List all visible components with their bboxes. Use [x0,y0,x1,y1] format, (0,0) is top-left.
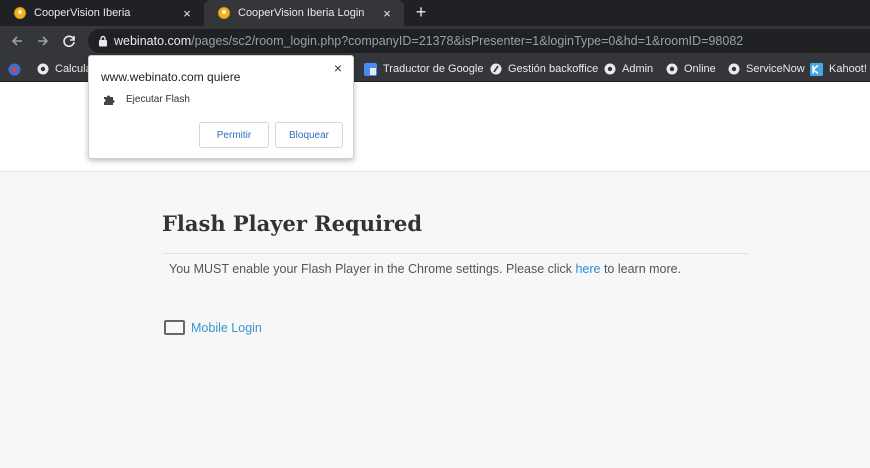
bookmark-label: Admin [622,63,654,75]
reload-button[interactable] [56,28,82,54]
chrome-icon [665,63,678,76]
chrome-icon [36,63,49,76]
browser-toolbar: webinato.com/pages/sc2/room_login.php?co… [0,26,870,56]
coopervision-favicon-icon [14,7,26,19]
chrome-icon [727,63,740,76]
learn-more-link[interactable]: here [575,262,600,276]
coopervision-favicon-icon [218,7,230,19]
google-translate-icon [364,62,377,76]
forward-button[interactable] [30,28,56,54]
tab-coopervision-iberia[interactable]: CooperVision Iberia × [0,0,204,26]
message-text-before: You MUST enable your Flash Player in the… [169,262,576,276]
tab-coopervision-iberia-login[interactable]: CooperVision Iberia Login × [204,0,404,26]
bookmark-label: Gestión backoffice [508,63,599,75]
feather-icon [489,63,502,76]
mobile-login-label: Mobile Login [191,320,262,335]
bookmark-label: Calcula [55,63,92,75]
url-host: webinato.com [114,34,192,48]
popup-close-icon[interactable]: × [331,60,345,76]
bookmark-label: Kahoot! [829,63,867,75]
allow-button[interactable]: Permitir [199,122,269,148]
chrome-icon [603,63,616,76]
kahoot-icon [810,62,823,76]
apps-icon [8,63,21,76]
permission-row: Ejecutar Flash [103,93,190,106]
bookmark-traductor-de-google[interactable]: Traductor de Google [364,56,483,82]
apps-shortcut[interactable] [8,56,27,82]
bookmark-calcula[interactable]: Calcula [36,56,92,82]
bookmark-kahoot[interactable]: Kahoot! [810,56,867,82]
reload-icon [63,35,75,48]
message-text-after: to learn more. [600,262,682,276]
permission-label: Ejecutar Flash [126,94,190,105]
flash-required-message: You MUST enable your Flash Player in the… [169,262,681,276]
tab-title: CooperVision Iberia Login [238,7,365,19]
bookmark-label: ServiceNow [746,63,805,75]
divider [162,253,748,254]
mobile-login-link[interactable]: Mobile Login [164,320,262,335]
bookmark-label: Online [684,63,716,75]
lock-icon[interactable] [96,34,110,48]
back-button[interactable] [4,28,30,54]
address-bar[interactable]: webinato.com/pages/sc2/room_login.php?co… [88,29,870,53]
tab-title: CooperVision Iberia [34,7,131,19]
url-path: /pages/sc2/room_login.php?companyID=2137… [191,34,744,48]
bookmark-online[interactable]: Online [665,56,716,82]
page-content-area [0,172,870,468]
tab-strip: CooperVision Iberia × CooperVision Iberi… [0,0,870,26]
bookmark-label: Traductor de Google [383,63,484,75]
arrow-right-icon [38,36,49,46]
popup-origin-text: www.webinato.com quiere [101,70,241,84]
arrow-left-icon [11,36,22,46]
bookmark-admin[interactable]: Admin [603,56,653,82]
new-tab-button[interactable]: + [412,3,430,23]
puzzle-piece-icon [103,93,116,106]
bookmark-gestion-backoffice[interactable]: Gestión backoffice [489,56,598,82]
tab-close-icon[interactable]: × [180,6,194,21]
flash-permission-popup: www.webinato.com quiere × Ejecutar Flash… [88,55,354,159]
block-button[interactable]: Bloquear [275,122,343,148]
tablet-icon [164,320,185,335]
page-title: Flash Player Required [162,211,423,236]
bookmark-servicenow[interactable]: ServiceNow [727,56,805,82]
tab-close-icon[interactable]: × [380,6,394,21]
